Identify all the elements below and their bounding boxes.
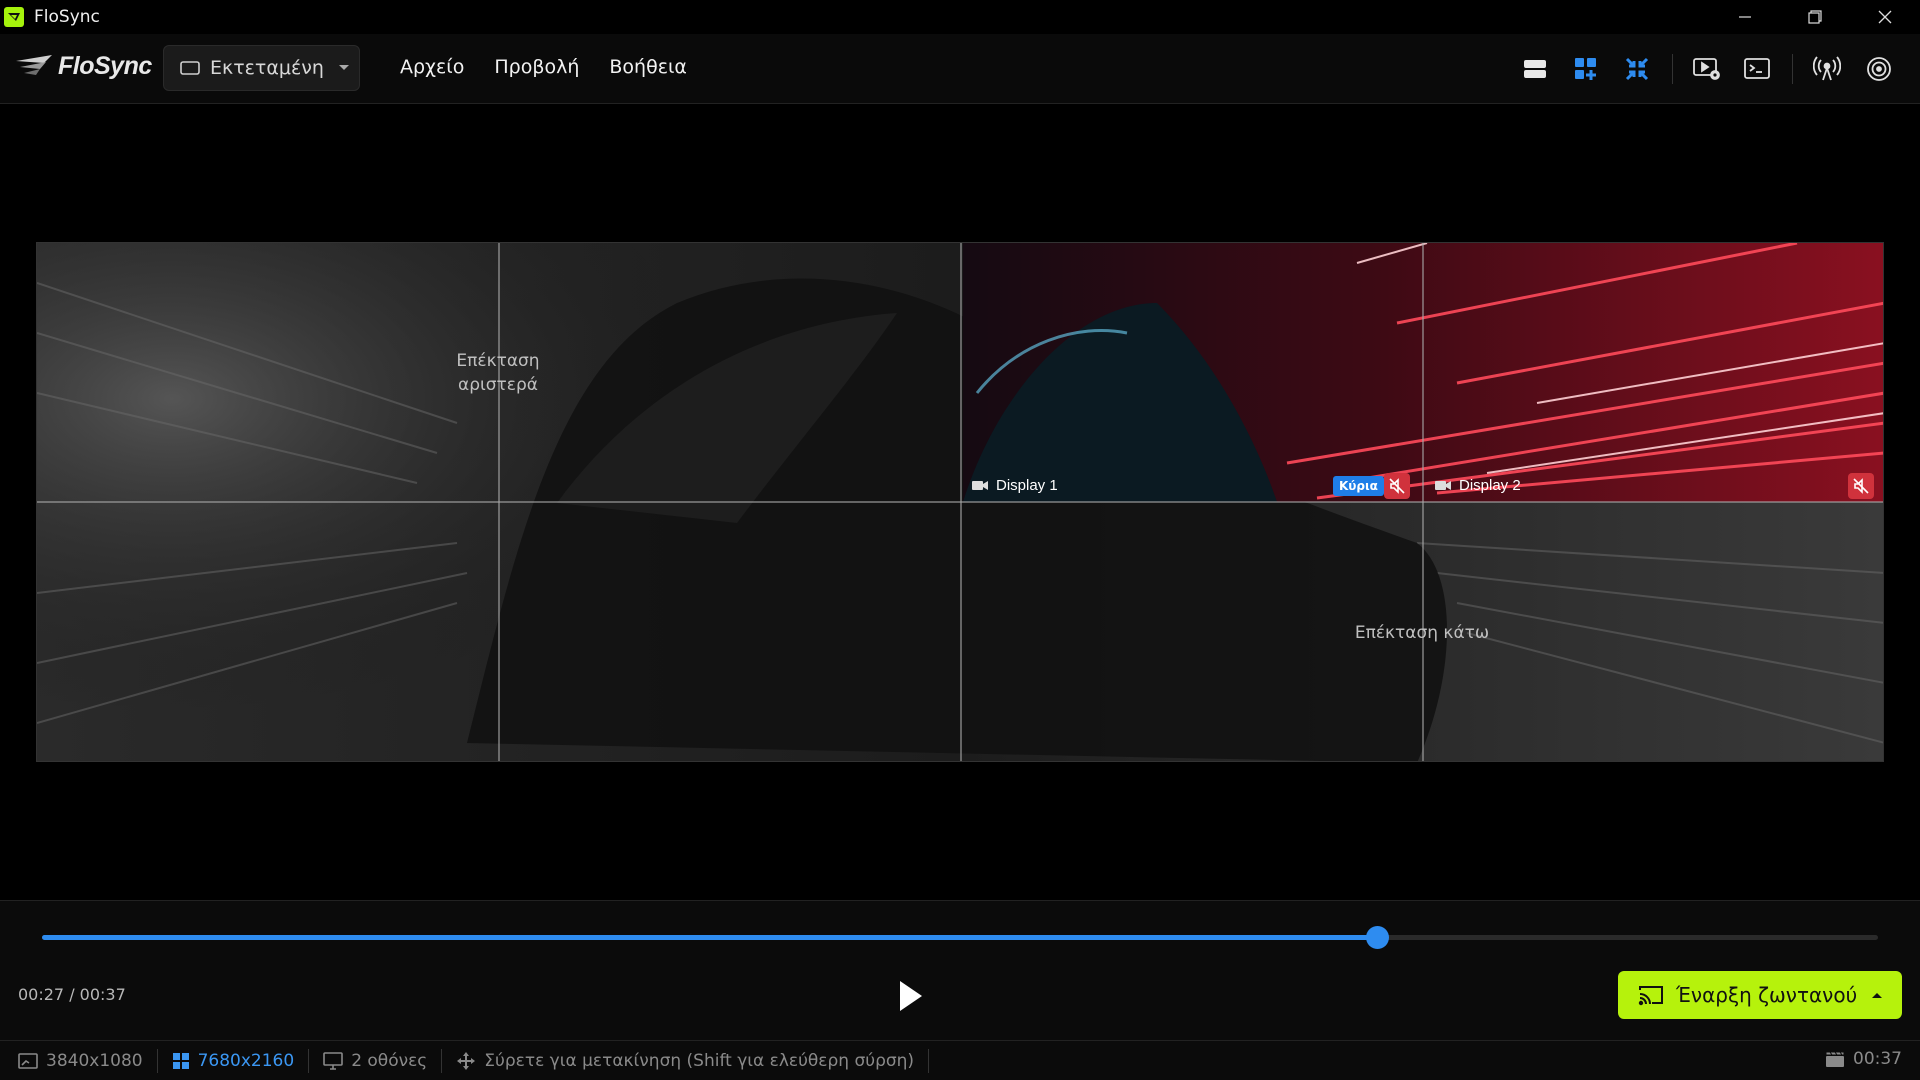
timeline-progress: [42, 935, 1377, 940]
title-bar: FloSync: [0, 0, 1920, 34]
time-readout: 00:27 / 00:37: [18, 985, 126, 1004]
screen-icon: [18, 1052, 38, 1069]
display-mode-label: Εκτεταμένη: [210, 57, 324, 79]
restore-button[interactable]: [1780, 0, 1850, 34]
display-1-label[interactable]: Display 1: [972, 477, 1058, 494]
display-2-label[interactable]: Display 2: [1435, 477, 1521, 494]
brand-logo: FloSync: [14, 52, 152, 81]
go-live-label: Έναρξη ζωντανού: [1676, 983, 1858, 1007]
close-button[interactable]: [1850, 0, 1920, 34]
extend-down-zone[interactable]: Επέκταση κάτω: [1337, 621, 1507, 645]
video-settings-icon[interactable]: [1690, 52, 1724, 86]
status-display-resolution: 3840x1080: [0, 1048, 158, 1073]
grid-divider: [37, 501, 1883, 503]
broadcast-icon[interactable]: [1810, 52, 1844, 86]
main-toolbar: FloSync Εκτεταμένη Αρχείο Προβολή Βοήθει…: [0, 34, 1920, 104]
monitor-outline-icon: [180, 61, 200, 75]
status-bar: 3840x1080 7680x2160 2 οθόνες Σύρετε για …: [0, 1040, 1920, 1080]
playback-panel: 00:27 / 00:37 Έναρξη ζωντανού: [0, 900, 1920, 1040]
monitor-icon: [323, 1051, 343, 1070]
minimize-button[interactable]: [1710, 0, 1780, 34]
menu-file[interactable]: Αρχείο: [400, 56, 464, 78]
timeline-thumb[interactable]: [1365, 926, 1389, 949]
window-title: FloSync: [34, 7, 100, 27]
mute-icon[interactable]: [1848, 473, 1874, 499]
clapper-icon: [1825, 1051, 1845, 1067]
camera-icon: [1435, 481, 1451, 490]
airplay-icon[interactable]: [1862, 52, 1896, 86]
status-hint: Σύρετε για μετακίνηση (Shift για ελεύθερ…: [442, 1048, 930, 1073]
chevron-down-icon: [338, 65, 349, 70]
display-canvas[interactable]: Επέκταση αριστερά Επέκταση κάτω Display …: [36, 242, 1884, 762]
menu-view[interactable]: Προβολή: [494, 56, 579, 78]
camera-icon: [972, 481, 988, 490]
chevron-up-icon[interactable]: [1871, 991, 1883, 999]
status-duration: 00:37: [1825, 1049, 1902, 1069]
status-canvas-resolution: 7680x2160: [158, 1048, 310, 1073]
play-icon[interactable]: [896, 979, 926, 1013]
go-live-button[interactable]: Έναρξη ζωντανού: [1618, 971, 1902, 1019]
terminal-icon[interactable]: [1740, 52, 1774, 86]
collapse-icon[interactable]: [1620, 52, 1654, 86]
grid-icon: [172, 1052, 189, 1069]
display-mode-select[interactable]: Εκτεταμένη: [163, 45, 360, 91]
layout-rows-icon[interactable]: [1518, 52, 1552, 86]
display-2-name: Display 2: [1459, 477, 1521, 494]
display-1-name: Display 1: [996, 477, 1058, 494]
app-logo-icon: [4, 7, 24, 27]
brand-name: FloSync: [58, 52, 152, 80]
cast-icon: [1638, 986, 1663, 1006]
move-icon: [457, 1051, 476, 1070]
brand-wing-icon: [16, 54, 52, 75]
mute-icon[interactable]: [1384, 473, 1410, 499]
extend-left-zone[interactable]: Επέκταση αριστερά: [448, 349, 548, 397]
menu-bar: Αρχείο Προβολή Βοήθεια: [400, 56, 687, 78]
primary-badge: Κύρια: [1333, 476, 1384, 496]
grid-add-icon[interactable]: [1569, 52, 1603, 86]
timeline-slider[interactable]: [42, 926, 1878, 949]
menu-help[interactable]: Βοήθεια: [609, 56, 687, 78]
status-screen-count: 2 οθόνες: [309, 1048, 443, 1073]
